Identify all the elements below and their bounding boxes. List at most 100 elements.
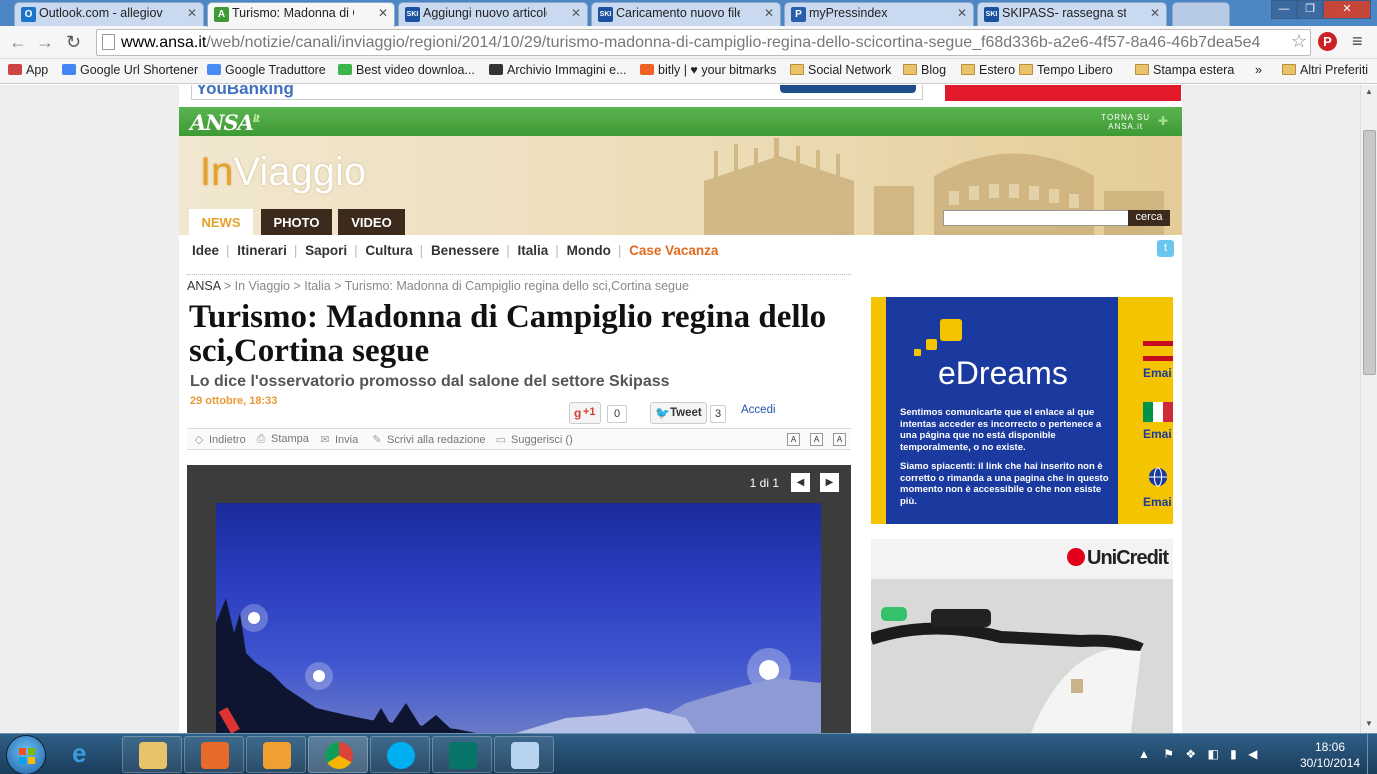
edreams-email-1: Emai — [1143, 366, 1172, 380]
url-input[interactable]: www.ansa.it/web/notizie/canali/inviaggio… — [96, 29, 1311, 56]
cat-benessere[interactable]: Benessere — [431, 243, 499, 258]
search-button[interactable]: cerca — [1128, 210, 1170, 226]
tab-photo[interactable]: PHOTO — [261, 209, 332, 235]
send-tool[interactable]: ✉ Invia — [319, 433, 358, 446]
page-scrollbar[interactable]: ▲ ▼ — [1360, 85, 1377, 733]
scroll-up-icon[interactable]: ▲ — [1365, 87, 1373, 96]
unicredit-ad[interactable]: UniCredit — [871, 539, 1173, 733]
taskbar-outlook[interactable] — [246, 736, 306, 773]
taskbar-paint[interactable] — [494, 736, 554, 773]
network-icon[interactable]: ▮ — [1230, 747, 1237, 761]
bookmark-item[interactable]: Tempo Libero — [1019, 63, 1113, 77]
back-to-ansa-link[interactable]: TORNA SU ANSA.it — [1101, 113, 1150, 131]
bookmark-item[interactable]: Google Url Shortener — [62, 63, 198, 77]
minimize-button[interactable]: — — [1271, 0, 1297, 19]
taskbar-chrome[interactable] — [308, 736, 368, 773]
system-clock[interactable]: 18:06 30/10/2014 — [1300, 739, 1360, 771]
tab-news[interactable]: NEWS — [189, 209, 253, 235]
bookmark-item[interactable]: bitly | ♥ your bitmarks — [640, 63, 776, 77]
write-editor-tool[interactable]: ✎ Scrivi alla redazione — [371, 433, 485, 446]
scroll-thumb[interactable] — [1363, 130, 1376, 375]
top-banner-ad[interactable]: YouBanking — [191, 85, 923, 100]
show-desktop-button[interactable] — [1367, 734, 1377, 774]
maximize-button[interactable]: ❐ — [1297, 0, 1323, 19]
bookmark-item[interactable]: Google Traduttore — [207, 63, 326, 77]
back-arrow-icon[interactable]: ← — [9, 32, 27, 53]
twitter-icon[interactable]: t — [1157, 240, 1174, 257]
inviaggio-logo[interactable]: InViaggio — [200, 150, 366, 195]
tab-close-icon[interactable]: ✕ — [957, 6, 967, 20]
reload-icon[interactable]: ↻ — [66, 32, 81, 53]
cat-mondo[interactable]: Mondo — [567, 243, 611, 258]
edreams-ad[interactable]: eDreams Sentimos comunicarte que el enla… — [871, 297, 1173, 524]
cat-italia[interactable]: Italia — [518, 243, 549, 258]
print-tool[interactable]: ⎙ Stampa — [255, 433, 309, 446]
cat-cultura[interactable]: Cultura — [365, 243, 412, 258]
bookmark-star-icon[interactable]: ☆ — [1287, 31, 1307, 52]
bookmarks-more[interactable]: » — [1255, 63, 1262, 77]
font-medium-button[interactable]: A — [810, 433, 823, 446]
bookmark-item[interactable]: Archivio Immagini e... — [489, 63, 626, 77]
bookmark-item[interactable]: Altri Preferiti — [1282, 63, 1368, 77]
bookmark-item[interactable]: Best video downloa... — [338, 63, 475, 77]
pinterest-icon[interactable]: P — [1318, 32, 1337, 51]
cat-sapori[interactable]: Sapori — [305, 243, 347, 258]
forward-arrow-icon[interactable]: → — [36, 32, 54, 53]
gplus-button[interactable]: g +1 — [569, 402, 601, 424]
cat-idee[interactable]: Idee — [192, 243, 219, 258]
start-button[interactable] — [6, 735, 46, 774]
new-tab-button[interactable] — [1172, 2, 1230, 26]
gallery-prev-icon[interactable]: ◀ — [791, 473, 810, 492]
tab-close-icon[interactable]: ✕ — [378, 6, 388, 20]
bookmark-item[interactable]: Stampa estera — [1135, 63, 1234, 77]
breadcrumb-italia[interactable]: Italia — [304, 279, 330, 293]
bookmark-item[interactable]: Social Network — [790, 63, 891, 77]
cat-case-vacanza[interactable]: Case Vacanza — [629, 243, 718, 258]
action-center-icon[interactable]: ⚑ — [1163, 747, 1174, 761]
browser-tab[interactable]: SKICaricamento nuovo file m ✕ — [591, 2, 781, 26]
cat-itinerari[interactable]: Itinerari — [237, 243, 287, 258]
taskbar-skype[interactable] — [370, 736, 430, 773]
login-link[interactable]: Accedi — [741, 404, 776, 416]
search-input[interactable] — [943, 210, 1129, 226]
close-window-button[interactable]: ✕ — [1323, 0, 1371, 19]
dropbox-icon[interactable]: ❖ — [1185, 747, 1196, 761]
browser-tab[interactable]: SKI Aggiungi nuovo articolo ✕ — [398, 2, 588, 26]
suggest-tool[interactable]: ▭ Suggerisci () — [495, 433, 573, 446]
taskbar-media-player[interactable] — [184, 736, 244, 773]
tab-close-icon[interactable]: ✕ — [1150, 6, 1160, 20]
ie-icon[interactable]: e — [72, 738, 86, 769]
taskbar-publisher[interactable] — [432, 736, 492, 773]
browser-tab[interactable]: ATurismo: Madonna di Can ✕ — [207, 2, 395, 27]
taskbar-explorer[interactable] — [122, 736, 182, 773]
tab-close-icon[interactable]: ✕ — [764, 6, 774, 20]
security-icon[interactable]: ◧ — [1207, 747, 1218, 761]
font-large-button[interactable]: A — [833, 433, 846, 446]
tab-close-icon[interactable]: ✕ — [187, 6, 197, 20]
breadcrumb-ansa[interactable]: ANSA — [187, 279, 220, 293]
scroll-down-icon[interactable]: ▼ — [1365, 719, 1373, 728]
bookmark-item[interactable]: Blog — [903, 63, 946, 77]
article-photo[interactable] — [216, 503, 821, 733]
browser-tab[interactable]: OOutlook.com - allegiova@ ✕ — [14, 2, 204, 26]
bookmark-item[interactable]: App — [8, 63, 48, 77]
breadcrumb-inviaggio[interactable]: In Viaggio — [235, 279, 290, 293]
folder-icon — [1135, 64, 1149, 75]
volume-icon[interactable]: ◀ — [1248, 747, 1257, 761]
tweet-button[interactable]: 🐦 Tweet — [650, 402, 707, 424]
clock-time: 18:06 — [1314, 740, 1346, 754]
tab-video[interactable]: VIDEO — [338, 209, 405, 235]
font-small-button[interactable]: A — [787, 433, 800, 446]
gallery-counter: 1 di 1 — [749, 476, 779, 490]
browser-tab[interactable]: PmyPressindex ✕ — [784, 2, 974, 26]
browser-tab[interactable]: SKISKIPASS- rassegna stamp ✕ — [977, 2, 1167, 26]
tray-expand-icon[interactable]: ▲ — [1138, 747, 1150, 761]
top-right-ad[interactable] — [945, 85, 1181, 101]
tab-close-icon[interactable]: ✕ — [571, 6, 581, 20]
gallery-next-icon[interactable]: ▶ — [820, 473, 839, 492]
back-tool[interactable]: ◇ Indietro — [193, 433, 246, 446]
ansa-logo[interactable]: ANSAit — [190, 110, 260, 135]
menu-icon[interactable]: ≡ — [1352, 31, 1363, 52]
windows-taskbar: e ▲ ⚑ ❖ ◧ ▮ ◀ 18:06 30/10/2014 — [0, 733, 1377, 774]
bookmark-item[interactable]: Estero — [961, 63, 1015, 77]
